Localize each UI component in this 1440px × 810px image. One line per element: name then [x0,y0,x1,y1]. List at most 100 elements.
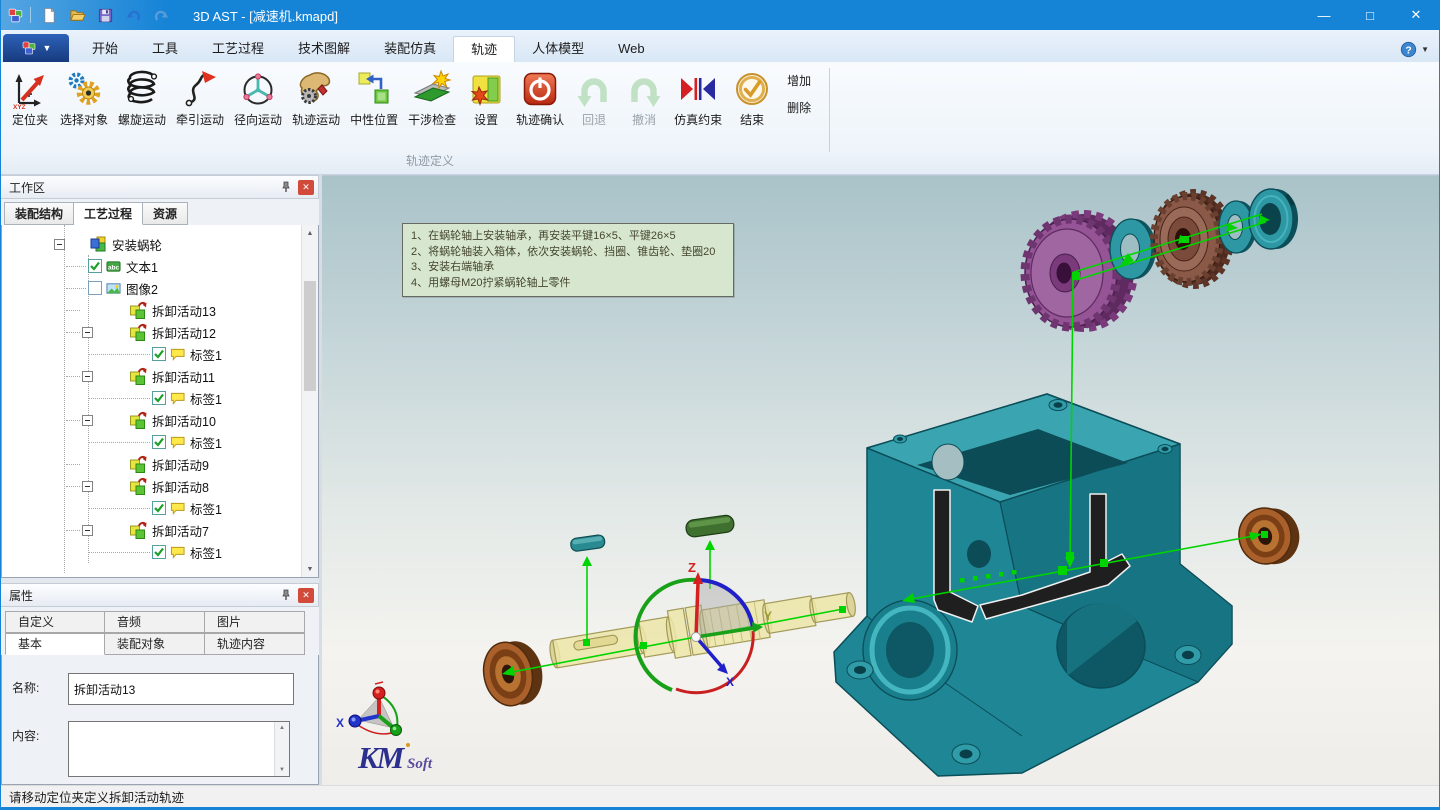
tree-item-activity-8[interactable]: 拆卸活动8 [2,475,318,497]
tree-collapse-toggle[interactable] [82,415,93,426]
tab-web[interactable]: Web [601,36,662,62]
pin-icon[interactable] [278,587,294,603]
help-button[interactable] [1400,41,1417,58]
tree-item-label1[interactable]: 标签1 [2,541,318,563]
trajectory-confirm-button[interactable]: 轨迹确认 [512,66,568,129]
tab-human-model[interactable]: 人体模型 [515,36,601,62]
tab-picture[interactable]: 图片 [205,611,305,633]
checkbox-checked-icon[interactable] [152,501,166,515]
undo-step-button[interactable]: 撤消 [620,66,668,129]
tree-item-label1[interactable]: 标签1 [2,387,318,409]
tree-item-activity-13[interactable]: 拆卸活动13 [2,299,318,321]
checkbox-checked-icon[interactable] [152,545,166,559]
tab-assembly-object[interactable]: 装配对象 [105,633,205,655]
tab-resources[interactable]: 资源 [143,202,188,225]
radial-motion-button[interactable]: 径向运动 [230,66,286,129]
add-button[interactable]: 增加 [783,70,815,91]
textarea-scrollbar[interactable]: ▲ ▼ [274,722,289,776]
tree-item-activity-12[interactable]: 拆卸活动12 [2,321,318,343]
viewport-3d[interactable]: Z Y X [322,175,1439,785]
bearing-right[interactable] [1234,502,1305,571]
scroll-up-arrow[interactable]: ▲ [275,722,289,734]
trajectory-motion-button[interactable]: 轨迹运动 [288,66,344,129]
app-menu-button[interactable]: ▼ [3,34,69,62]
key-small-teal[interactable] [570,534,605,552]
interference-check-button[interactable]: 干涉检查 [404,66,460,129]
tree-item-text1[interactable]: 文本1 [2,255,318,277]
simulation-constraint-button[interactable]: 仿真约束 [670,66,726,129]
open-file-button[interactable] [65,4,89,26]
tree-item-label1[interactable]: 标签1 [2,343,318,365]
tree-item-activity-11[interactable]: 拆卸活动11 [2,365,318,387]
tab-trajectory-content[interactable]: 轨迹内容 [205,633,305,655]
tree-scrollbar[interactable]: ▲ ▼ [301,225,318,577]
interference-icon [412,68,452,110]
name-input[interactable] [68,673,294,705]
close-icon[interactable]: ✕ [298,588,314,603]
new-document-button[interactable] [37,4,61,26]
tree-collapse-toggle[interactable] [82,327,93,338]
maximize-button[interactable]: □ [1347,0,1393,30]
tree-collapse-toggle[interactable] [54,239,65,250]
key-large-green[interactable] [685,514,735,538]
undo-button[interactable] [121,4,145,26]
finish-button[interactable]: 结束 [728,66,776,129]
tree-item-image2[interactable]: 图像2 [2,277,318,299]
checkbox-checked-icon[interactable] [152,347,166,361]
delete-button[interactable]: 删除 [783,97,815,118]
quick-access-toolbar [1,0,179,30]
checkbox-unchecked-icon[interactable] [88,281,102,295]
tab-trajectory[interactable]: 轨迹 [453,36,515,62]
tab-process[interactable]: 工艺过程 [195,36,281,62]
status-bar: 请移动定位夹定义拆卸活动轨迹 [1,785,1439,810]
scroll-thumb[interactable] [304,281,316,391]
rollback-button[interactable]: 回退 [570,66,618,129]
scroll-down-arrow[interactable]: ▼ [302,561,318,577]
tab-process-tree[interactable]: 工艺过程 [74,202,143,225]
close-button[interactable]: ✕ [1393,0,1439,30]
tab-assembly-simulation[interactable]: 装配仿真 [367,36,453,62]
minimize-button[interactable]: — [1301,0,1347,30]
close-icon[interactable]: ✕ [298,180,314,195]
tree-collapse-toggle[interactable] [82,371,93,382]
bevel-gear-brown[interactable] [1154,193,1230,285]
tree-item-label1[interactable]: 标签1 [2,431,318,453]
spiral-motion-button[interactable]: 螺旋运动 [114,66,170,129]
tab-custom[interactable]: 自定义 [5,611,105,633]
properties-panel: 属性 ✕ 自定义 音频 图片 基本 装配对象 轨迹内容 名称: [1,583,319,785]
content-textarea[interactable]: ▲ ▼ [68,721,290,777]
settings-button[interactable]: 设置 [462,66,510,129]
tab-start[interactable]: 开始 [75,36,135,62]
assembly-note[interactable]: 1、在蜗轮轴上安装轴承，再安装平键16×5、平键26×5 2、将蜗轮轴装入箱体，… [402,223,734,297]
drag-motion-button[interactable]: 牵引运动 [172,66,228,129]
tree-item-install-worm-gear[interactable]: 安装蜗轮 [2,233,318,255]
chevron-down-icon[interactable]: ▼ [1421,45,1429,54]
tab-assembly-structure[interactable]: 装配结构 [4,202,74,225]
checkbox-checked-icon[interactable] [152,391,166,405]
tree-item-activity-7[interactable]: 拆卸活动7 [2,519,318,541]
tab-basic[interactable]: 基本 [5,633,105,655]
checkbox-checked-icon[interactable] [88,259,102,273]
neutral-position-button[interactable]: 中性位置 [346,66,402,129]
tree-item-activity-10[interactable]: 拆卸活动10 [2,409,318,431]
scroll-up-arrow[interactable]: ▲ [302,225,318,241]
activity-icon [129,455,147,473]
select-object-button[interactable]: 选择对象 [56,66,112,129]
checkbox-checked-icon[interactable] [152,435,166,449]
locate-clamp-button[interactable]: 定位夹 [6,66,54,129]
gearbox-housing[interactable] [834,394,1232,776]
ring-nut[interactable] [1249,189,1298,249]
redo-button[interactable] [149,4,173,26]
pin-icon[interactable] [278,179,294,195]
tree-item-label1[interactable]: 标签1 [2,497,318,519]
tree-item-activity-9[interactable]: 拆卸活动9 [2,453,318,475]
scroll-down-arrow[interactable]: ▼ [275,764,289,776]
tab-tools[interactable]: 工具 [135,36,195,62]
status-message: 请移动定位夹定义拆卸活动轨迹 [9,787,184,806]
save-button[interactable] [93,4,117,26]
tab-audio[interactable]: 音频 [105,611,205,633]
tab-tech-illustration[interactable]: 技术图解 [281,36,367,62]
tree-collapse-toggle[interactable] [82,481,93,492]
tree-collapse-toggle[interactable] [82,525,93,536]
app-logo-icon [7,7,24,24]
